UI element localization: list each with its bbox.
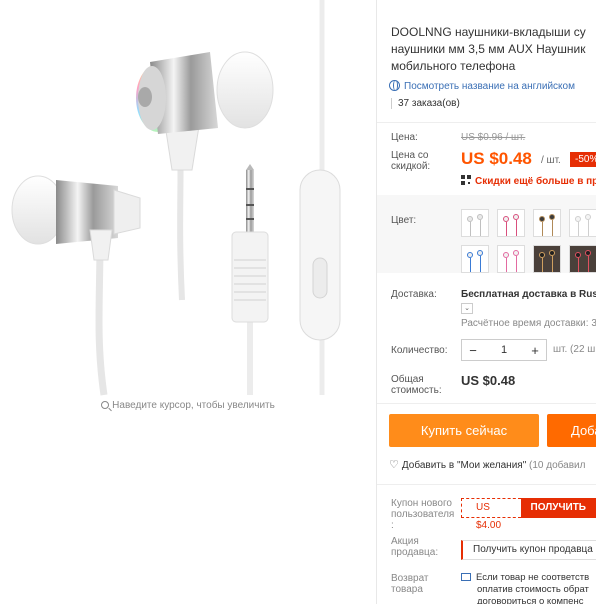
returns-label-line: Возврат (391, 573, 429, 584)
total-label-line: стоимость: (391, 385, 442, 396)
seller-promo-label-line: продавца: (391, 547, 439, 558)
returns-policy-line: договориться о компенс (477, 596, 584, 604)
divider (377, 484, 596, 485)
swatch-cable (552, 220, 553, 236)
delivery-time: Расчётное время доставки: 3 (461, 318, 596, 329)
discount-price-label: Цена со скидкой: (391, 150, 430, 172)
seller-promo-label-line: Акция (391, 536, 419, 547)
discount-badge: -50% (570, 152, 596, 167)
mic-remote (299, 169, 341, 341)
total-label-line: Общая (391, 374, 424, 385)
swatch-cable (542, 258, 543, 272)
total-price: US $0.48 (461, 373, 516, 388)
swatch-cable (516, 220, 517, 236)
returns-label: Возврат товара (391, 573, 429, 595)
earbud-right (136, 51, 274, 171)
return-policy-icon (461, 573, 471, 581)
quantity-increase-button[interactable]: + (524, 343, 546, 358)
seller-coupon-button[interactable]: Получить купон продавца (461, 540, 596, 560)
color-swatch[interactable] (497, 245, 525, 273)
original-price: US $0.96 / шт. (461, 132, 526, 143)
new-user-coupon: US $4.00 ПОЛУЧИТЬ (461, 498, 596, 531)
product-title-line: DOOLNNG наушники-вкладыши су (391, 25, 586, 39)
swatch-cable (480, 256, 481, 272)
color-selector: Цвет: (377, 195, 596, 273)
shipping-value[interactable]: Бесплатная доставка в Rus (461, 289, 596, 300)
new-user-coupon-label: Купон нового пользователя : (391, 498, 454, 531)
quantity-label: Количество: (391, 345, 448, 356)
orders-count: 37 заказа(ов) (391, 98, 460, 109)
divider (377, 403, 596, 404)
swatch-cable (506, 222, 507, 236)
heart-plus-icon: ♡ (389, 459, 399, 471)
product-title-line: наушники мм 3,5 мм AUX Наушник (391, 42, 586, 56)
price-unit: / шт. (541, 155, 561, 166)
stock-note: шт. (22 ш (553, 344, 596, 355)
add-to-wishlist-link[interactable]: ♡ Добавить в "Мои желания" (10 добавил (389, 458, 585, 471)
sale-price: US $0.48 (461, 149, 532, 168)
discount-price-label-line: Цена со (391, 150, 429, 161)
returns-policy-line: Если товар не соответств (476, 572, 590, 583)
color-swatch[interactable] (533, 245, 561, 273)
swatch-cable (470, 258, 471, 272)
wishlist-count: (10 добавил (529, 460, 586, 471)
qr-code-icon (461, 175, 471, 185)
swatch-cable (578, 222, 579, 236)
shipping-label: Доставка: (391, 289, 437, 300)
swatch-cable (552, 256, 553, 272)
zoom-hint-text: Наведите курсор, чтобы увеличить (112, 400, 275, 411)
color-swatch[interactable] (569, 245, 596, 273)
divider (377, 122, 596, 123)
quantity-stepper: − 1 + (461, 339, 547, 361)
wishlist-text[interactable]: Добавить в "Мои желания" (402, 460, 526, 471)
swatch-cable (470, 222, 471, 236)
returns-policy: Если товар не соответств оплатив стоимос… (461, 572, 589, 604)
color-label: Цвет: (391, 215, 417, 226)
quantity-input[interactable]: 1 (484, 344, 524, 356)
color-swatch-grid (461, 209, 596, 273)
zoom-hint: Наведите курсор, чтобы увеличить (0, 400, 376, 411)
returns-label-line: товара (391, 584, 423, 595)
swatch-cable (480, 220, 481, 236)
price-label: Цена: (391, 132, 418, 143)
coupon-amount: US $4.00 (461, 498, 521, 531)
swatch-cable (588, 256, 589, 272)
app-discount-link[interactable]: Скидки ещё больше в пр (461, 175, 596, 187)
swatch-cable (506, 258, 507, 272)
earbud-left (11, 175, 141, 261)
product-title-line: мобильного телефона (391, 59, 516, 73)
product-image-gallery[interactable]: Наведите курсор, чтобы увеличить (0, 0, 376, 420)
new-user-coupon-label-line: Купон нового (391, 498, 452, 509)
swatch-cable (542, 222, 543, 236)
color-swatch[interactable] (461, 245, 489, 273)
seller-promo-label: Акция продавца: (391, 536, 438, 558)
color-swatch[interactable] (497, 209, 525, 237)
product-title: DOOLNNG наушники-вкладыши су наушники мм… (391, 24, 596, 75)
new-user-coupon-label-line: : (391, 520, 394, 531)
color-swatch[interactable] (569, 209, 596, 237)
english-title-link-text[interactable]: Посмотреть название на английском (404, 81, 575, 92)
swatch-cable (578, 258, 579, 272)
english-title-link[interactable]: Посмотреть название на английском (389, 80, 575, 92)
discount-price-label-line: скидкой: (391, 161, 431, 172)
returns-policy-line: оплатив стоимость обрат (477, 584, 589, 595)
chevron-down-icon[interactable]: ⌄ (461, 303, 473, 314)
buy-now-button[interactable]: Купить сейчас (389, 414, 539, 447)
product-image[interactable] (0, 0, 376, 420)
add-to-cart-button[interactable]: Доба (547, 414, 596, 447)
magnifier-icon (101, 401, 110, 409)
product-info-panel: DOOLNNG наушники-вкладыши су наушники мм… (376, 0, 596, 604)
color-swatch[interactable] (533, 209, 561, 237)
swatch-cable (588, 220, 589, 236)
audio-jack (231, 164, 269, 323)
get-coupon-button[interactable]: ПОЛУЧИТЬ (520, 498, 596, 518)
total-label: Общая стоимость: (391, 374, 442, 396)
swatch-cable (516, 256, 517, 272)
color-swatch[interactable] (461, 209, 489, 237)
new-user-coupon-label-line: пользователя (391, 509, 455, 520)
app-discount-text[interactable]: Скидки ещё больше в пр (475, 176, 596, 187)
globe-icon (389, 80, 400, 91)
quantity-decrease-button[interactable]: − (462, 343, 484, 358)
